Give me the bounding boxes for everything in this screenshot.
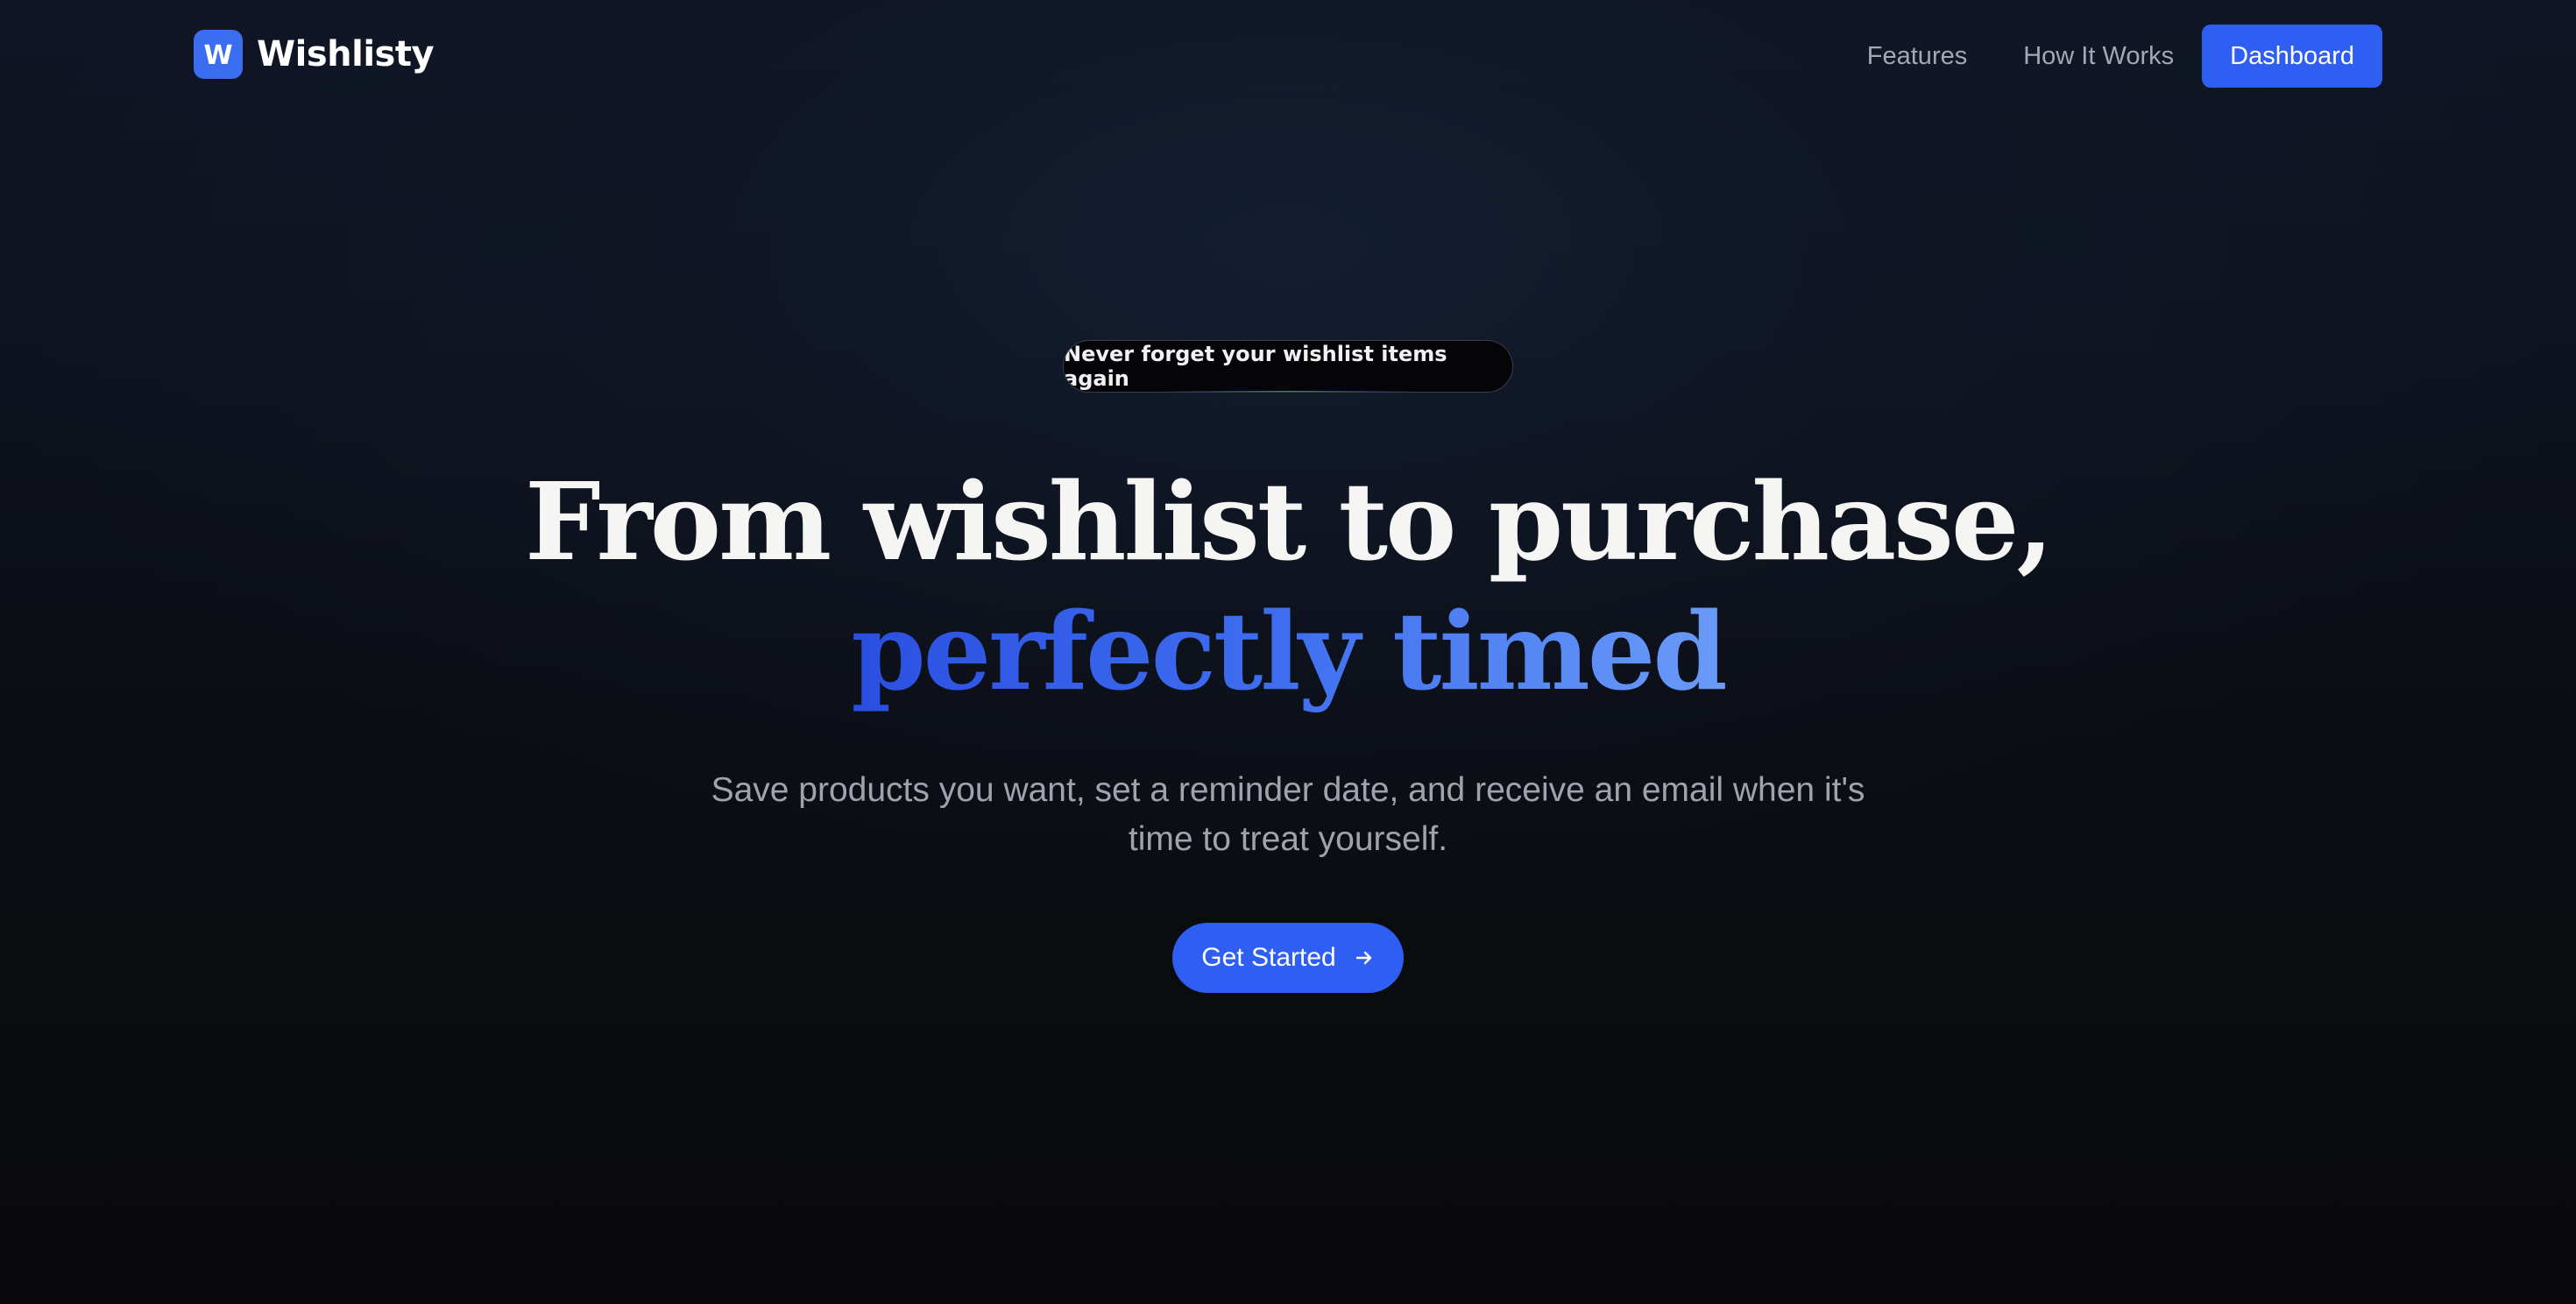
brand[interactable]: W Wishlisty xyxy=(194,30,435,79)
hero-subtitle: Save products you want, set a reminder d… xyxy=(711,771,1865,858)
w-logo-icon: W xyxy=(203,40,232,70)
get-started-button[interactable]: Get Started xyxy=(1172,923,1404,993)
svg-text:W: W xyxy=(203,40,232,70)
headline-line-2: perfectly timed xyxy=(0,585,2576,717)
nav-link-features[interactable]: Features xyxy=(1839,25,1995,88)
arrow-right-icon xyxy=(1355,951,1371,965)
hero-badge-text: Never forget your wishlist items again xyxy=(1064,342,1447,391)
landing-page: W Wishlisty Features How It Works Dashbo… xyxy=(0,0,2576,1304)
dashboard-button[interactable]: Dashboard xyxy=(2202,25,2382,88)
nav-links: Features How It Works Dashboard xyxy=(1839,25,2382,88)
headline-gradient-text: perfectly timed xyxy=(851,588,1727,714)
get-started-label: Get Started xyxy=(1201,943,1336,972)
top-nav: W Wishlisty Features How It Works Dashbo… xyxy=(0,0,2576,112)
nav-link-how-it-works[interactable]: How It Works xyxy=(1995,25,2202,88)
brand-name: Wishlisty xyxy=(257,34,435,74)
headline-line-1: From wishlist to purchase, xyxy=(525,458,2054,585)
brand-logo: W xyxy=(194,30,243,79)
hero-badge: Never forget your wishlist items again xyxy=(1063,340,1513,393)
